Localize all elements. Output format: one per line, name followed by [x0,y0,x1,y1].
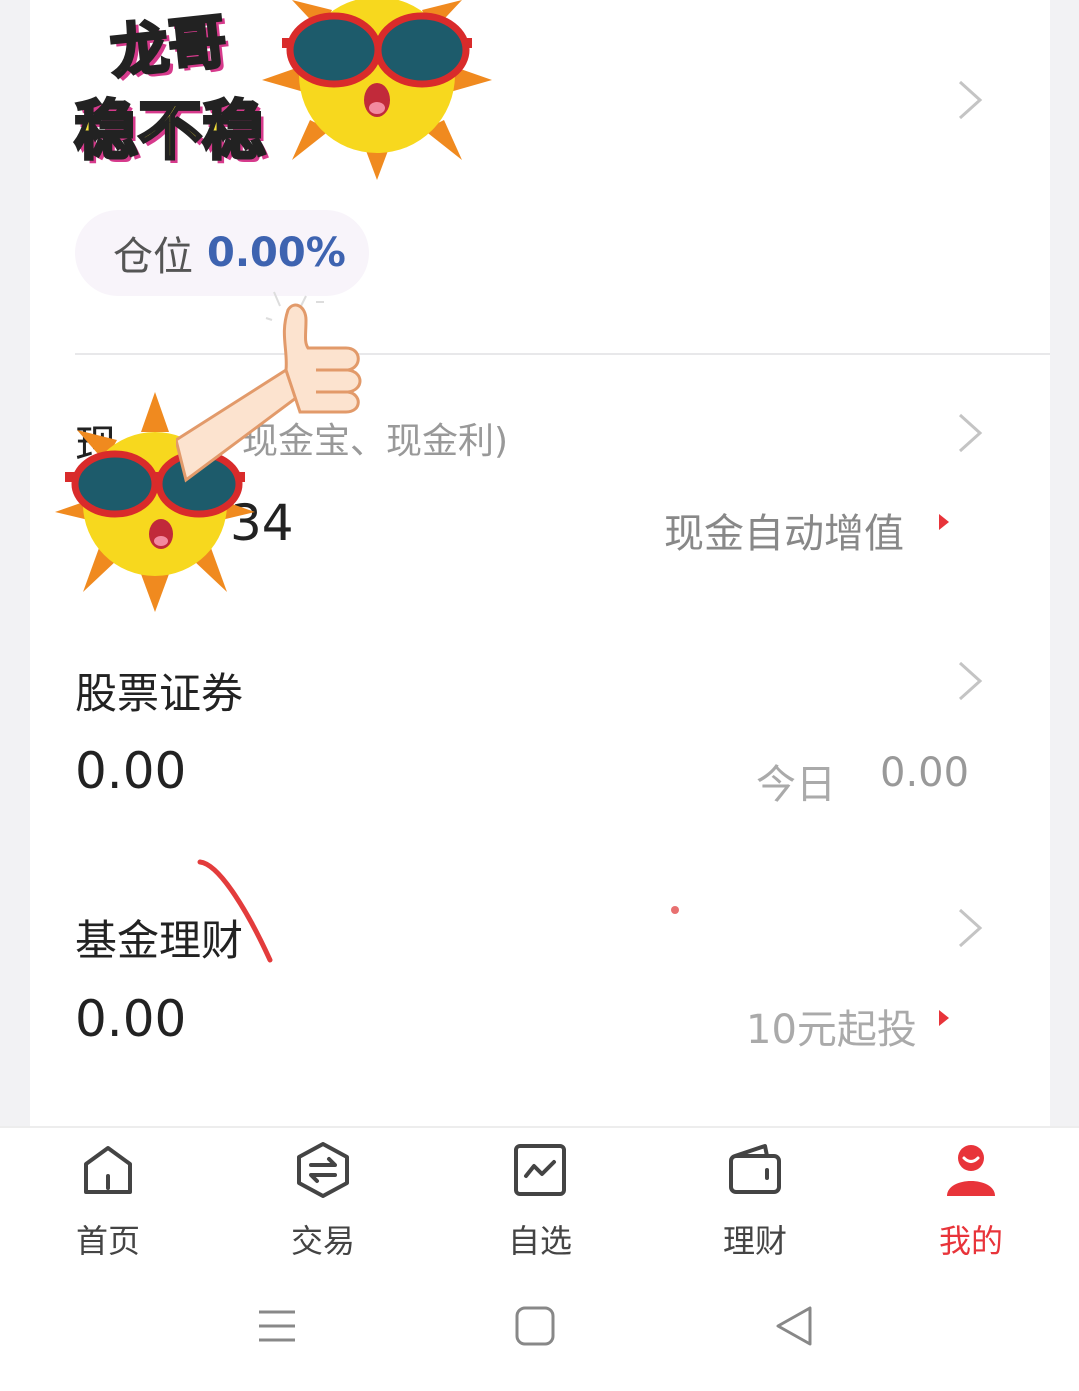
nav-tab-label: 理财 [722,1222,787,1260]
sticker-text-line1: 龙哥 [106,6,231,89]
stocks-today-value: 0.00 [880,750,970,796]
nav-tab-watchlist[interactable]: 自选 [465,1128,615,1268]
nav-tab-label: 我的 [938,1222,1003,1260]
funds-promo-link[interactable]: 10元起投 [746,997,917,1055]
nav-tab-trade[interactable]: 交易 [248,1128,398,1268]
nav-tab-wealth[interactable]: 理财 [680,1128,830,1268]
nav-tab-home[interactable]: 首页 [33,1128,183,1268]
exchange-icon [297,1142,349,1198]
red-dot [671,906,679,914]
nav-tab-mine[interactable]: 我的 [896,1128,1046,1268]
cash-promo-link[interactable]: 现金自动增值 [664,501,904,559]
nav-tab-label: 交易 [290,1222,355,1260]
position-value: 0.00% [207,230,346,276]
system-nav-bar [0,1266,1079,1391]
chevron-right-icon[interactable] [952,411,988,455]
home-square-icon[interactable] [513,1304,557,1348]
red-arrow-icon [939,514,949,530]
thumbs-up-sticker [176,291,362,483]
sunglasses-sun-sticker [262,0,492,180]
chevron-right-icon[interactable] [952,78,988,122]
funds-amount: 0.00 [75,990,187,1048]
chevron-right-icon[interactable] [952,906,988,950]
bottom-nav: 首页 交易 自选 理财 我的 [0,1126,1079,1266]
sticker-text-line2: 稳不稳 [73,94,268,171]
stocks-today-label: 今日 [756,762,836,808]
red-annotation-stroke [197,859,273,963]
red-arrow-icon [939,1010,949,1026]
chevron-right-icon[interactable] [952,659,988,703]
nav-tab-label: 首页 [75,1222,140,1260]
home-icon [84,1146,132,1194]
stocks-amount: 0.00 [75,742,187,800]
nav-tab-label: 自选 [507,1222,572,1260]
watchlist-chart-icon [514,1144,566,1196]
position-label: 仓位 [113,234,193,280]
profile-icon [947,1145,995,1196]
back-triangle-icon[interactable] [772,1304,816,1348]
stocks-section-title[interactable]: 股票证券 [75,660,243,721]
wallet-icon [729,1144,781,1194]
position-badge: 仓位 0.00% [75,210,369,296]
menu-icon[interactable] [255,1304,299,1348]
